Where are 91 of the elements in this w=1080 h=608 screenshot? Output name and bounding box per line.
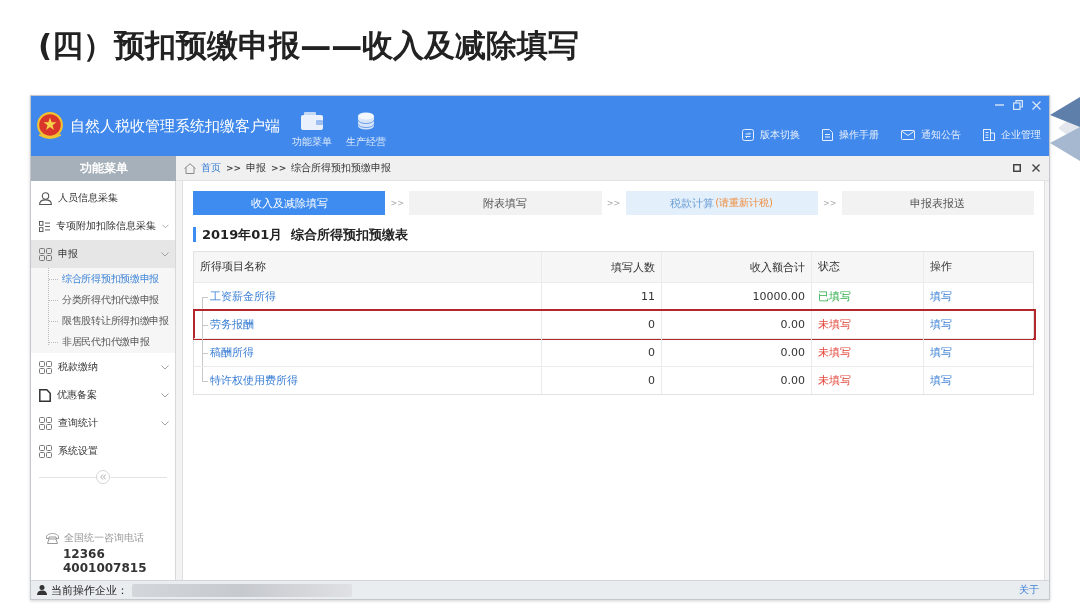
- chevron-icon: [161, 420, 169, 426]
- menu-header: 功能菜单: [31, 156, 176, 181]
- grid-icon: [39, 444, 52, 458]
- wallet-icon: [301, 111, 323, 130]
- column-header: 所得项目名称: [200, 260, 266, 274]
- header-link[interactable]: 操作手册: [822, 128, 879, 142]
- emblem-icon: [36, 112, 64, 140]
- step-tab[interactable]: 收入及减除填写: [193, 191, 386, 215]
- column-header: 操作: [930, 260, 952, 274]
- chevron-icon: [162, 223, 169, 229]
- header-link[interactable]: 版本切换: [742, 128, 800, 142]
- sidebar-item[interactable]: 税款缴纳: [31, 353, 175, 381]
- step-tab[interactable]: 税款计算(请重新计税): [625, 191, 818, 215]
- ribbon-drawing: [1050, 97, 1080, 161]
- about-link[interactable]: 关于: [1019, 583, 1039, 597]
- sidebar-item[interactable]: 优惠备案: [31, 381, 175, 409]
- double-chevron-icon: [100, 474, 106, 480]
- status-text: 未填写: [818, 345, 851, 360]
- building-icon: [983, 129, 995, 141]
- submenu-item[interactable]: 综合所得预扣预缴申报: [31, 268, 175, 289]
- collapse-button[interactable]: [96, 470, 110, 484]
- headcount-value: 0: [648, 374, 655, 387]
- sidebar-item[interactable]: 系统设置: [31, 437, 175, 465]
- headcount-value: 0: [648, 346, 655, 359]
- coins-icon: [357, 111, 375, 130]
- person-icon: [37, 585, 47, 595]
- breadcrumb-link[interactable]: 首页: [201, 161, 221, 175]
- income-total-value: 0.00: [780, 374, 805, 387]
- sidebar-item[interactable]: 专项附加扣除信息采集: [31, 212, 175, 240]
- document-icon: [39, 388, 51, 402]
- step-arrow: >>: [823, 198, 837, 208]
- list-icon: [39, 219, 51, 233]
- person-icon: [39, 191, 52, 205]
- grid-icon: [39, 416, 52, 430]
- status-label: 当前操作企业：: [51, 582, 128, 598]
- grid-icon: [39, 360, 52, 374]
- step-arrow: >>: [606, 198, 621, 208]
- header-link[interactable]: 通知公告: [901, 128, 961, 142]
- income-item-link[interactable]: 劳务报酬: [210, 317, 254, 332]
- chevron-icon: [161, 251, 169, 257]
- form-title: 2019年01月 综合所得预扣预缴表: [193, 227, 409, 242]
- document-icon: [822, 129, 833, 141]
- submenu-item[interactable]: 非居民代扣代缴申报: [31, 331, 175, 352]
- sidebar-item[interactable]: 人员信息采集: [31, 184, 175, 212]
- headcount-value: 0: [648, 318, 655, 331]
- step-arrow: >>: [390, 198, 404, 208]
- sidebar-item[interactable]: 查询统计: [31, 409, 175, 437]
- income-item-link[interactable]: 工资薪金所得: [210, 289, 276, 304]
- close-icon[interactable]: [1032, 164, 1040, 172]
- sidebar-item[interactable]: 申报: [31, 240, 175, 268]
- step-tab[interactable]: 附表填写: [409, 191, 602, 215]
- breadcrumb-separator: >>: [271, 163, 287, 173]
- slide-title: (四）预扣预缴申报——收入及减除填写: [38, 26, 580, 64]
- chevron-icon: [161, 392, 169, 398]
- column-header: 填写人数: [611, 259, 655, 275]
- step-note: (请重新计税): [715, 196, 774, 210]
- home-icon[interactable]: [184, 162, 196, 174]
- fill-link[interactable]: 填写: [930, 373, 952, 388]
- toolbar-button[interactable]: 功能菜单: [292, 111, 332, 149]
- restore-icon[interactable]: [1013, 100, 1023, 110]
- income-item-link[interactable]: 稿酬所得: [210, 345, 254, 360]
- grid-icon: [39, 247, 52, 261]
- breadcrumb-item: 综合所得预扣预缴申报: [291, 161, 392, 175]
- hotline-number: 4001007815: [63, 561, 147, 575]
- header-link[interactable]: 企业管理: [983, 128, 1041, 142]
- toolbar-button[interactable]: 生产经营: [346, 111, 386, 149]
- chevron-icon: [161, 364, 169, 370]
- breadcrumb-separator: >>: [226, 163, 242, 173]
- hotline-number: 12366: [63, 547, 105, 561]
- column-header: 收入额合计: [750, 259, 805, 275]
- status-text: 未填写: [818, 373, 851, 388]
- column-header: 状态: [818, 260, 840, 274]
- switch-icon: [742, 129, 754, 141]
- maximize-icon[interactable]: [1013, 164, 1021, 172]
- app-title: 自然人税收管理系统扣缴客户端: [70, 116, 280, 136]
- fill-link[interactable]: 填写: [930, 317, 952, 332]
- step-tab[interactable]: 申报表报送: [841, 191, 1034, 215]
- fill-link[interactable]: 填写: [930, 345, 952, 360]
- phone-icon: [46, 532, 59, 544]
- income-total-value: 0.00: [780, 318, 805, 331]
- submenu-item[interactable]: 限售股转让所得扣缴申报: [31, 310, 175, 331]
- status-text: 已填写: [818, 289, 851, 304]
- breadcrumb-item: 申报: [246, 161, 267, 175]
- status-text: 未填写: [818, 317, 851, 332]
- income-total-value: 0.00: [780, 346, 805, 359]
- income-item-link[interactable]: 特许权使用费所得: [210, 373, 298, 388]
- fill-link[interactable]: 填写: [930, 289, 952, 304]
- income-total-value: 10000.00: [752, 290, 805, 303]
- mail-icon: [901, 130, 915, 140]
- headcount-value: 11: [641, 290, 655, 303]
- submenu-item[interactable]: 分类所得代扣代缴申报: [31, 289, 175, 310]
